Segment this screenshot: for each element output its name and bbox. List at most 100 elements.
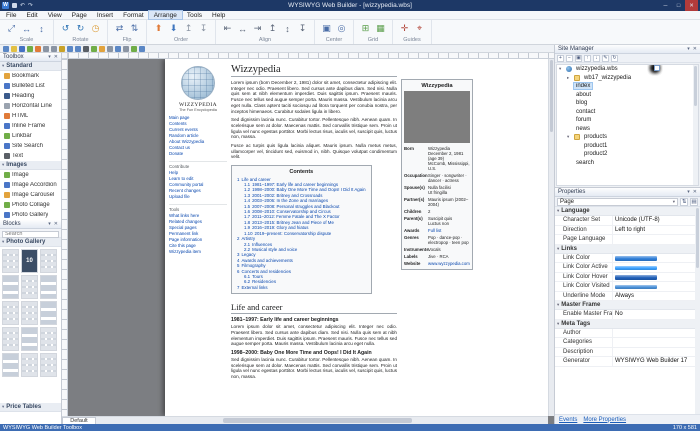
block-thumbnail[interactable] [21, 301, 38, 325]
property-value[interactable] [613, 338, 695, 347]
tree-expander-icon[interactable]: ▾ [567, 134, 572, 140]
panel-close-icon[interactable]: ✕ [54, 54, 58, 60]
property-row[interactable]: Link Color [555, 253, 695, 263]
toolbar-icon[interactable] [99, 45, 105, 52]
property-value[interactable] [613, 273, 695, 282]
toolbar-icon[interactable] [51, 45, 57, 52]
toolbox-item[interactable]: HTML [0, 111, 61, 121]
block-thumbnail[interactable] [40, 301, 57, 325]
toolbox-item[interactable]: Image Carousel [0, 190, 61, 200]
redo-icon[interactable]: ↷ [28, 3, 33, 9]
menu-item[interactable]: Tools [182, 11, 207, 19]
block-thumbnail[interactable] [40, 327, 57, 351]
property-section-header[interactable]: ▾ Links [555, 244, 695, 254]
ribbon-icon[interactable]: ⊞ [359, 22, 372, 35]
properties-scrollbar[interactable] [695, 207, 700, 414]
ribbon-icon[interactable]: ↥ [266, 22, 279, 35]
block-thumbnail[interactable] [2, 301, 19, 325]
ribbon-icon[interactable]: ⬆ [152, 22, 165, 35]
property-section-header[interactable]: ▾ Language [555, 207, 695, 216]
menu-item[interactable]: View [43, 11, 67, 19]
maximize-button[interactable]: □ [672, 0, 685, 11]
close-button[interactable]: ✕ [685, 0, 698, 11]
property-value[interactable]: Left to right [613, 226, 695, 235]
menu-item[interactable]: Format [118, 11, 149, 19]
color-swatch[interactable] [615, 275, 657, 280]
panel-menu-icon[interactable]: ▾ [48, 221, 51, 227]
sort-alphabetical-icon[interactable]: ⇅ [680, 197, 688, 206]
minimize-button[interactable]: ─ [659, 0, 672, 11]
tree-item[interactable]: about [557, 65, 698, 100]
property-value[interactable]: Unicode (UTF-8) [613, 216, 695, 225]
property-value[interactable]: No [613, 310, 695, 319]
toolbox-item[interactable]: Photo Gallery [0, 210, 61, 220]
toolbox-category[interactable]: ▾ Standard [0, 62, 61, 71]
panel-close-icon[interactable]: ✕ [54, 221, 58, 227]
toolbar-icon[interactable] [75, 45, 81, 52]
toolbar-icon[interactable] [59, 45, 65, 52]
toolbar-icon[interactable] [19, 45, 25, 52]
block-thumbnail[interactable] [40, 249, 57, 273]
tree-scrollbar-thumb[interactable] [694, 66, 697, 106]
toolbox-category[interactable]: ▾ Images [0, 161, 61, 170]
properties-footer-link[interactable]: Events [559, 417, 577, 423]
ribbon-icon[interactable]: ▦ [374, 22, 387, 35]
menu-item[interactable]: File [1, 11, 21, 19]
tree-item[interactable]: product2 [557, 65, 698, 159]
toolbox-item[interactable]: Text [0, 151, 61, 161]
panel-close-icon[interactable]: ✕ [693, 46, 697, 52]
property-value[interactable]: Always [613, 292, 695, 301]
property-row[interactable]: Link Color Active [555, 263, 695, 273]
block-thumbnail[interactable]: 10 [21, 249, 38, 273]
ribbon-icon[interactable]: ↻ [74, 22, 87, 35]
block-thumbnail[interactable] [2, 353, 19, 377]
site-manager-tool-icon[interactable]: ↓ [593, 54, 600, 62]
ribbon-icon[interactable]: ↧ [296, 22, 309, 35]
color-swatch[interactable] [615, 265, 657, 270]
block-thumbnail[interactable] [2, 275, 19, 299]
tree-item[interactable]: ▾ products [557, 133, 698, 142]
property-row[interactable]: Character Set Unicode (UTF-8) [555, 216, 695, 226]
block-thumbnail[interactable] [21, 353, 38, 377]
properties-scrollbar-thumb[interactable] [696, 208, 699, 268]
categorized-view-icon[interactable]: ▤ [690, 197, 698, 206]
properties-target-select[interactable]: Page ▾ [557, 197, 678, 206]
property-value[interactable] [613, 329, 695, 338]
property-section-header[interactable]: ▾ Meta Tags [555, 319, 695, 329]
toolbar-icon[interactable] [123, 45, 129, 52]
site-manager-tool-icon[interactable]: − [566, 54, 573, 62]
toolbar-icon[interactable] [35, 45, 41, 52]
color-swatch[interactable] [615, 256, 657, 261]
toolbox-item[interactable]: Heading [0, 91, 61, 101]
site-manager-tool-icon[interactable]: ↑ [584, 54, 591, 62]
panel-menu-icon[interactable]: ▾ [687, 189, 690, 195]
toolbar-icon[interactable] [139, 45, 145, 52]
ribbon-icon[interactable]: ↕ [35, 22, 48, 35]
blocks-search-input[interactable] [2, 230, 59, 238]
ribbon-icon[interactable]: ⤢ [5, 22, 18, 35]
toolbar-icon[interactable] [3, 45, 9, 52]
property-row[interactable]: Categories [555, 338, 695, 348]
breakpoint-tab-default[interactable]: Default [62, 417, 96, 424]
page-viewport[interactable]: WIZZYPEDIA The Fun Encyclopedia Main pag… [68, 59, 548, 416]
block-thumbnail[interactable] [2, 327, 19, 351]
toolbar-icon[interactable] [131, 45, 137, 52]
toolbox-item[interactable]: Image [0, 170, 61, 180]
toc-link[interactable]: External links [241, 285, 267, 290]
toolbar-icon[interactable] [83, 45, 89, 52]
color-swatch[interactable] [615, 284, 657, 289]
wiki-nav-link[interactable]: Wizzypedia item [169, 249, 227, 255]
site-manager-tool-icon[interactable]: + [557, 54, 564, 62]
ribbon-icon[interactable]: ⇤ [221, 22, 234, 35]
site-manager-tool-icon[interactable]: ▣ [575, 54, 582, 62]
undo-icon[interactable]: ↶ [20, 3, 25, 9]
wiki-nav-link[interactable]: Upload file [169, 194, 227, 200]
property-value[interactable] [613, 235, 695, 244]
tree-item[interactable]: forum [557, 65, 698, 125]
property-row[interactable]: Underline Mode Always [555, 291, 695, 301]
toolbox-item[interactable]: Site Search [0, 141, 61, 151]
property-section-header[interactable]: ▾ Master Frame [555, 301, 695, 310]
ribbon-icon[interactable]: ⬇ [167, 22, 180, 35]
toolbox-item[interactable]: Inline Frame [0, 121, 61, 131]
ribbon-icon[interactable]: ⇥ [251, 22, 264, 35]
